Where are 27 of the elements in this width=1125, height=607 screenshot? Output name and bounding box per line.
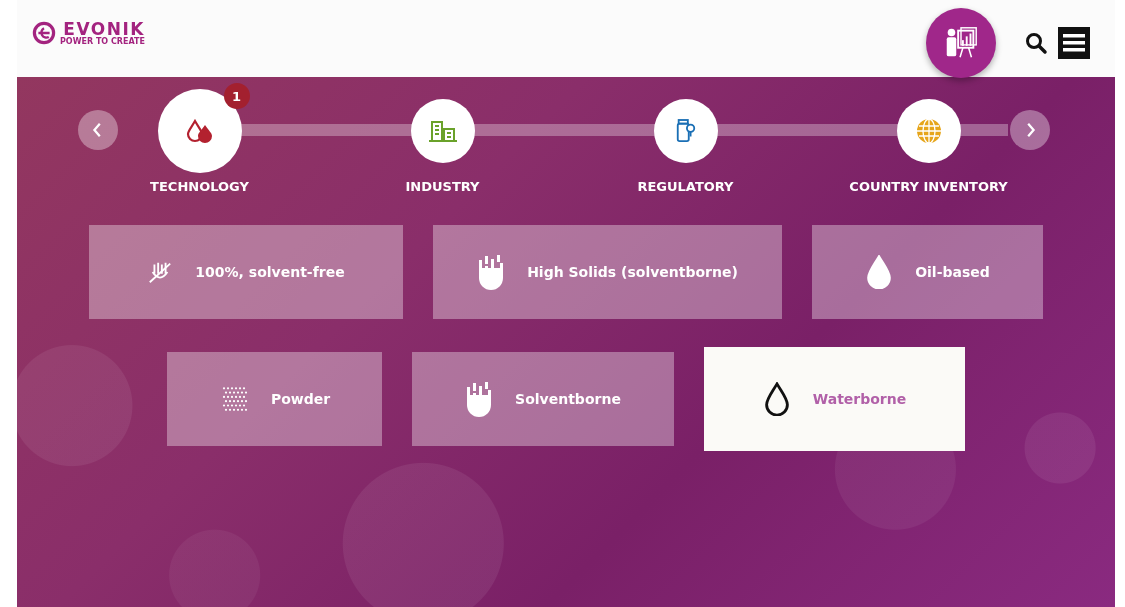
step-label: REGULATORY: [637, 179, 734, 194]
option-tile[interactable]: High Solids (solventborne): [433, 225, 782, 319]
drop-icon: [762, 382, 791, 416]
buildings-icon: [426, 119, 459, 143]
solids-icon: [477, 254, 506, 290]
option-tile[interactable]: Solventborne: [412, 352, 674, 446]
step-label: TECHNOLOGY: [150, 179, 249, 194]
brand-tagline: POWER TO CREATE: [60, 38, 145, 46]
next-button[interactable]: [1010, 110, 1050, 150]
brand-name: EVONIK: [63, 20, 145, 38]
drops-icon: [184, 119, 215, 143]
previous-button[interactable]: [78, 110, 118, 150]
presentation-button[interactable]: [926, 8, 996, 78]
logo-icon: [32, 21, 56, 45]
jar-icon: [674, 119, 697, 143]
notification-badge: 1: [223, 83, 250, 109]
option-tile[interactable]: Oil-based: [812, 225, 1043, 319]
menu-button[interactable]: [1058, 27, 1090, 59]
drop-icon: [865, 255, 894, 289]
search-button[interactable]: [1024, 31, 1048, 55]
option-tile[interactable]: 100%, solvent-free: [89, 225, 403, 319]
option-tile[interactable]: Powder: [167, 352, 382, 446]
solids-icon: [465, 381, 494, 417]
step-label: COUNTRY INVENTORY: [849, 179, 1008, 194]
step-label: INDUSTRY: [405, 179, 480, 194]
option-tile[interactable]: Waterborne: [704, 347, 965, 451]
globe-icon: [915, 118, 942, 144]
